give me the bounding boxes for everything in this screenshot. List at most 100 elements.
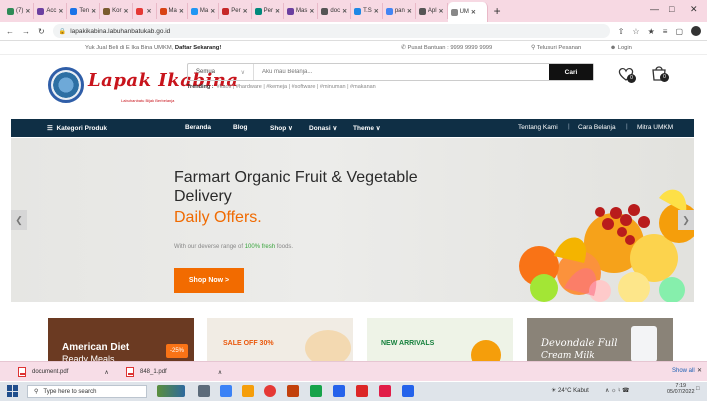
browser-tab[interactable]: Ten ✕: [67, 3, 101, 19]
close-tab-icon[interactable]: ✕: [123, 8, 128, 15]
browser-tab[interactable]: Kor ✕: [100, 3, 133, 19]
share-icon[interactable]: ⇧: [618, 27, 625, 36]
help-center[interactable]: ✆ Pusat Bantuan : 9999 9999 9999: [401, 45, 492, 51]
forward-icon[interactable]: →: [22, 27, 30, 36]
taskbar-search[interactable]: ⚲ Type here to search: [27, 385, 147, 398]
promo-banner-american-diet[interactable]: American Diet Ready Meals -25%: [48, 318, 194, 362]
carousel-prev-button[interactable]: ❮: [11, 210, 27, 230]
brand-tagline: Labuhanbatu Bijak Berbelanja: [121, 98, 175, 103]
sidebar-icon[interactable]: ▢: [675, 27, 683, 36]
show-all-downloads[interactable]: Show all: [672, 368, 695, 374]
chevron-up-icon[interactable]: ∧: [218, 369, 222, 376]
browser-tab[interactable]: T.S ✕: [351, 3, 383, 19]
close-tab-icon[interactable]: ✕: [58, 8, 63, 15]
category-select[interactable]: Semua ∨: [188, 64, 254, 80]
news-widget-icon[interactable]: [157, 385, 185, 397]
promo-banner-milk[interactable]: Devondale Full Cream Milk: [527, 318, 673, 362]
app-icon[interactable]: [402, 385, 414, 397]
close-tab-icon[interactable]: ✕: [210, 8, 215, 15]
favicon-icon: [450, 8, 458, 16]
nav-item-about[interactable]: Tentang Kami: [518, 124, 558, 131]
minimize-button[interactable]: —: [650, 4, 659, 14]
nav-item-theme[interactable]: Theme ∨: [353, 124, 381, 132]
promo-banner-sale[interactable]: SALE OFF 30%: [207, 318, 353, 362]
category-menu[interactable]: ☰ Kategori Produk: [47, 124, 107, 132]
close-tab-icon[interactable]: ✕: [147, 8, 152, 15]
close-icon[interactable]: ✕: [697, 367, 702, 374]
browser-tab[interactable]: pan ✕: [383, 3, 416, 19]
windows-start-icon[interactable]: [7, 385, 19, 397]
close-tab-icon[interactable]: ✕: [342, 8, 347, 15]
cart-count: 0: [660, 73, 669, 82]
word-icon[interactable]: [333, 385, 345, 397]
carousel-next-button[interactable]: ❯: [678, 210, 694, 230]
app-icon[interactable]: [379, 385, 391, 397]
nav-item-beranda[interactable]: Beranda: [185, 124, 211, 131]
browser-tab[interactable]: Ma ✕: [157, 3, 188, 19]
close-tab-icon[interactable]: ✕: [25, 8, 30, 15]
login-link[interactable]: ☻ Login: [610, 45, 632, 51]
search-input[interactable]: [254, 64, 549, 80]
file-explorer-icon[interactable]: [220, 385, 232, 397]
clock[interactable]: 7:19 05/07/2022: [667, 383, 695, 395]
pdf-reader-icon[interactable]: [356, 385, 368, 397]
new-tab-button[interactable]: +: [494, 4, 501, 18]
close-tab-icon[interactable]: ✕: [91, 8, 96, 15]
banner-title: NEW ARRIVALS: [381, 340, 435, 347]
notification-icon[interactable]: □: [696, 386, 700, 392]
nav-item-how-to-shop[interactable]: Cara Belanja: [578, 124, 616, 131]
browser-tab[interactable]: Acc ✕: [34, 3, 68, 19]
nav-item-partners[interactable]: Mitra UMKM: [637, 124, 673, 131]
nav-item-blog[interactable]: Blog: [233, 124, 247, 131]
close-window-button[interactable]: ✕: [690, 4, 698, 15]
brand-emblem[interactable]: [48, 67, 84, 103]
track-order-link[interactable]: ⚲ Telusuri Pesanan: [531, 45, 581, 51]
nav-item-donasi[interactable]: Donasi ∨: [309, 124, 337, 132]
close-tab-icon[interactable]: ✕: [275, 8, 280, 15]
close-tab-icon[interactable]: ✕: [374, 8, 379, 15]
favicon-icon: [7, 7, 14, 15]
browser-tab[interactable]: Per ✕: [252, 3, 285, 19]
weather-widget[interactable]: ☀ 24°C Kabut: [551, 387, 589, 394]
browser-tab[interactable]: Apl ✕: [416, 3, 448, 19]
reading-list-icon[interactable]: ≡: [663, 27, 668, 36]
nav-divider: |: [626, 123, 628, 130]
browser-tab[interactable]: (7) ✕: [4, 3, 35, 19]
chevron-up-icon[interactable]: ∧: [104, 369, 108, 376]
download-item[interactable]: 848_1.pdf ∧: [126, 367, 222, 377]
url-field[interactable]: 🔒 lapakikabina.labuhanbatukab.go.id: [52, 24, 610, 38]
promo-banner-new-arrivals[interactable]: NEW ARRIVALS: [367, 318, 513, 362]
folder-icon[interactable]: [242, 385, 254, 397]
active-browser-tab[interactable]: UM ✕: [447, 2, 488, 22]
profile-avatar[interactable]: [691, 26, 701, 36]
browser-tab[interactable]: Per ✕: [219, 3, 252, 19]
task-view-icon[interactable]: [198, 385, 210, 397]
close-tab-icon[interactable]: ✕: [309, 8, 314, 15]
reload-icon[interactable]: ↻: [38, 27, 45, 36]
close-tab-icon[interactable]: ✕: [471, 9, 476, 16]
close-tab-icon[interactable]: ✕: [407, 8, 412, 15]
browser-tab[interactable]: Ma ✕: [188, 3, 220, 19]
browser-tab[interactable]: doc ✕: [318, 3, 352, 19]
register-link[interactable]: Daftar Sekarang!: [175, 45, 221, 51]
extensions-icon[interactable]: ★: [648, 27, 655, 36]
app-icon[interactable]: [310, 385, 322, 397]
star-icon[interactable]: ☆: [632, 27, 639, 36]
maximize-button[interactable]: □: [669, 4, 674, 14]
system-tray-icons[interactable]: ∧ ☼ ♮ ☎: [605, 387, 630, 394]
app-icon[interactable]: [287, 385, 299, 397]
close-tab-icon[interactable]: ✕: [439, 8, 444, 15]
shop-now-button[interactable]: Shop Now >: [174, 268, 244, 293]
download-item[interactable]: document.pdf ∧: [18, 367, 109, 377]
close-tab-icon[interactable]: ✕: [179, 8, 184, 15]
wishlist-icon[interactable]: 0: [617, 65, 636, 83]
browser-tab[interactable]: Mas ✕: [284, 3, 319, 19]
search-button[interactable]: Cari: [549, 64, 593, 80]
browser-tab[interactable]: ✕: [133, 3, 157, 19]
close-tab-icon[interactable]: ✕: [243, 8, 248, 15]
banner-title: SALE OFF 30%: [223, 340, 274, 347]
nav-item-shop[interactable]: Shop ∨: [270, 124, 293, 132]
back-icon[interactable]: ←: [6, 27, 14, 36]
cart-icon[interactable]: 0: [650, 64, 669, 82]
chrome-icon[interactable]: [264, 385, 276, 397]
